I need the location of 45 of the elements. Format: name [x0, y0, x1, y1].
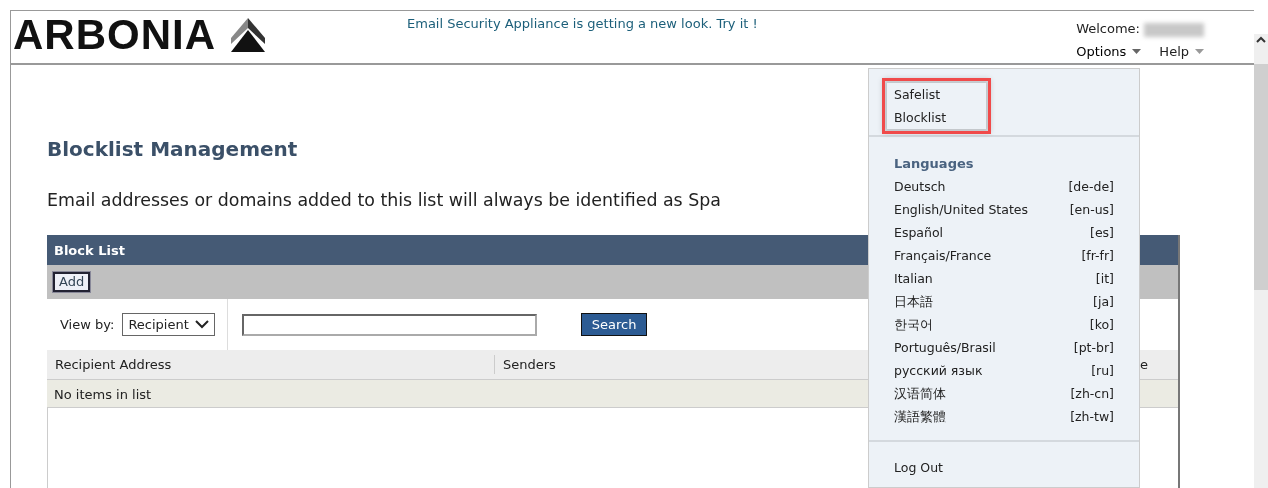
- logo-text: ARBONIA: [13, 11, 216, 59]
- column-header: e: [1139, 355, 1149, 374]
- column-header: Recipient Address: [47, 354, 495, 375]
- language-name[interactable]: русский язык: [894, 359, 983, 382]
- welcome-label: Welcome:: [1076, 21, 1140, 36]
- language-name[interactable]: 日本語: [894, 290, 933, 313]
- search-field[interactable]: [241, 313, 537, 336]
- menu-item[interactable]: Blocklist: [894, 106, 947, 129]
- language-name[interactable]: Português/Brasil: [894, 336, 996, 359]
- language-code: [ko]: [1089, 316, 1114, 334]
- scrollbar-thumb[interactable]: [1254, 64, 1268, 290]
- description-text: Email addresses or domains added to this list will always be identified as Spa: [47, 188, 721, 212]
- menu-item[interactable]: Log Out: [894, 456, 1114, 479]
- page-title: Blocklist Management: [47, 136, 299, 161]
- language-code: [en-us]: [1069, 201, 1114, 219]
- language-code: [fr-fr]: [1081, 247, 1114, 265]
- language-code: [it]: [1095, 270, 1114, 288]
- add-button[interactable]: Add: [53, 272, 91, 292]
- language-code: [ru]: [1091, 362, 1114, 380]
- logo-icon: [229, 16, 267, 54]
- view-by-select[interactable]: Recipient: [122, 312, 215, 337]
- menu-heading: Languages: [894, 155, 975, 173]
- search-button[interactable]: Search: [580, 312, 648, 337]
- language-code: [ja]: [1093, 293, 1114, 311]
- menu-button[interactable]: Options: [1076, 41, 1142, 62]
- language-name[interactable]: 한국어: [894, 313, 933, 336]
- language-name[interactable]: Deutsch: [894, 175, 946, 198]
- caret-icon: [1195, 49, 1204, 56]
- language-code: [zh-cn]: [1070, 385, 1114, 403]
- language-name[interactable]: English/United States: [894, 198, 1028, 221]
- language-name[interactable]: Français/France: [894, 244, 992, 267]
- view-by-label: View by:: [59, 315, 116, 334]
- column-header: Senders: [502, 355, 557, 374]
- redacted-name: [1144, 22, 1204, 37]
- language-name[interactable]: Italian: [894, 267, 933, 290]
- menu-button[interactable]: Help: [1159, 41, 1204, 62]
- language-name[interactable]: 汉语简体: [894, 382, 946, 405]
- language-code: [zh-tw]: [1070, 408, 1114, 426]
- language-name[interactable]: 漢語繁體: [894, 405, 946, 428]
- caret-icon: [1132, 49, 1142, 56]
- language-code: [pt-br]: [1073, 339, 1114, 357]
- language-code: [de-de]: [1068, 178, 1114, 196]
- chevron-down-icon: [194, 320, 209, 329]
- menu-item[interactable]: Safelist: [894, 83, 947, 106]
- banner-link[interactable]: Email Security Appliance is getting a new look. Try it !: [407, 14, 758, 34]
